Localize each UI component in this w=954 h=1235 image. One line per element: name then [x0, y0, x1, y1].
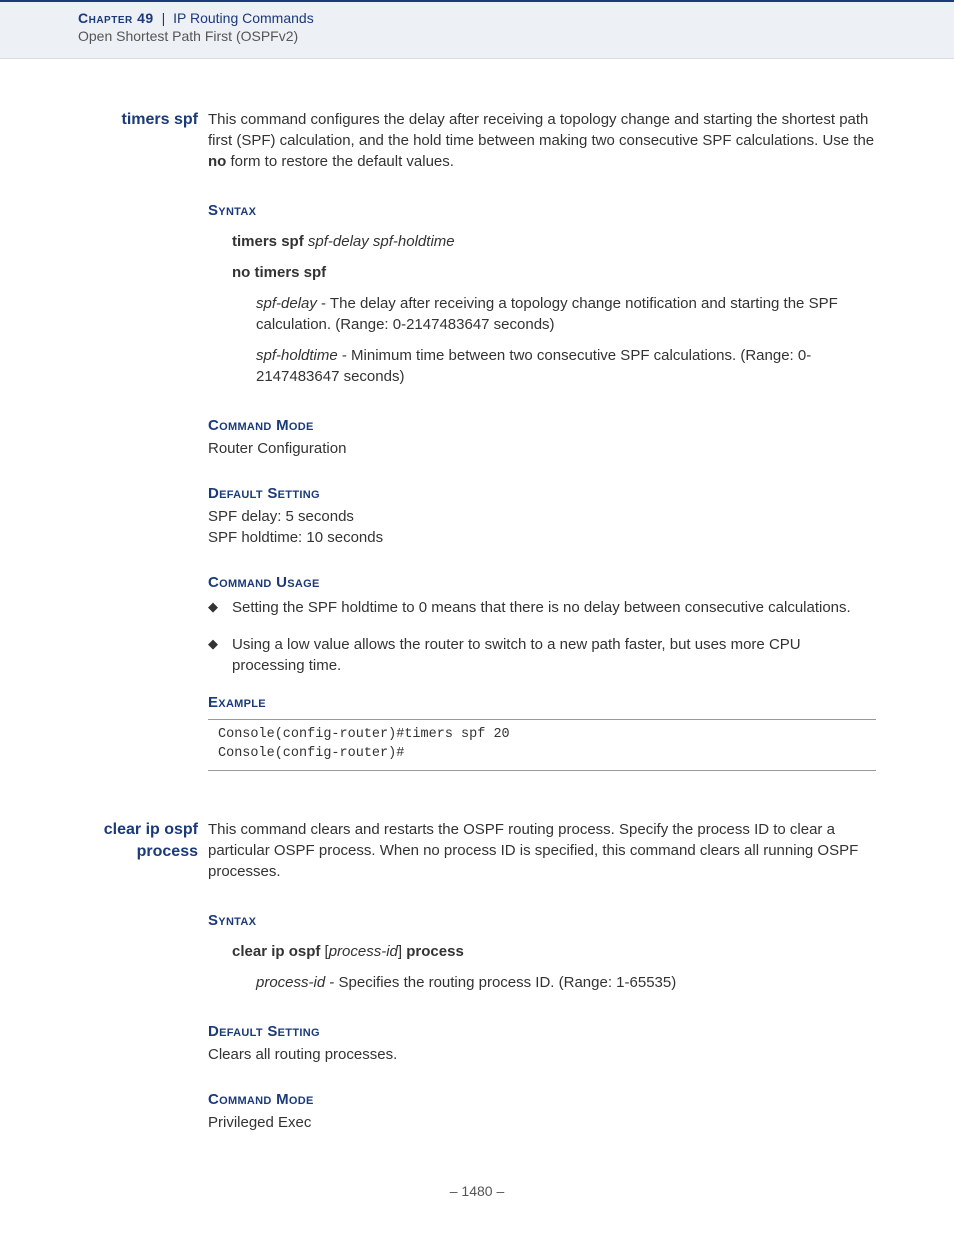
desc-no-keyword: no — [208, 153, 226, 170]
command-timers-spf: timers spf This command configures the d… — [78, 109, 876, 779]
document-page: Chapter 49 | IP Routing Commands Open Sh… — [0, 0, 954, 1235]
usage-list: Setting the SPF holdtime to 0 means that… — [208, 597, 876, 676]
syntax-cmd-2: process — [406, 943, 464, 960]
syntax-args: spf-delay spf-holdtime — [308, 233, 455, 250]
page-suffix: – — [493, 1183, 505, 1199]
header-top-line: Chapter 49 | IP Routing Commands — [78, 10, 876, 26]
default-setting-heading: Default Setting — [208, 483, 876, 504]
header-subtitle: Open Shortest Path First (OSPFv2) — [78, 28, 876, 44]
command-mode-text: Privileged Exec — [208, 1112, 876, 1133]
command-name-label: timers spf — [78, 109, 208, 779]
syntax-heading: Syntax — [208, 200, 876, 221]
usage-bullet-1: Setting the SPF holdtime to 0 means that… — [208, 597, 876, 618]
chapter-label: Chapter 49 — [78, 10, 154, 26]
command-clear-ip-ospf-process: clear ip ospf process This command clear… — [78, 819, 876, 1157]
page-header: Chapter 49 | IP Routing Commands Open Sh… — [0, 0, 954, 59]
page-footer: – 1480 – — [0, 1183, 954, 1199]
syntax-line-2: no timers spf — [232, 262, 876, 283]
command-body: This command clears and restarts the OSP… — [208, 819, 876, 1157]
syntax-cmd-1: clear ip ospf — [232, 943, 320, 960]
header-title: IP Routing Commands — [173, 10, 314, 26]
syntax-heading: Syntax — [208, 910, 876, 931]
default-setting-text: Clears all routing processes. — [208, 1044, 876, 1065]
command-description: This command configures the delay after … — [208, 109, 876, 172]
desc-text-2: form to restore the default values. — [226, 153, 454, 170]
command-body: This command configures the delay after … — [208, 109, 876, 779]
syntax-cmd: timers spf — [232, 233, 304, 250]
example-heading: Example — [208, 692, 876, 713]
page-content: timers spf This command configures the d… — [0, 59, 954, 1157]
default-line-1: SPF delay: 5 seconds — [208, 506, 876, 527]
example-code-block: Console(config-router)#timers spf 20 Con… — [208, 719, 876, 771]
command-usage-heading: Command Usage — [208, 572, 876, 593]
param-text: - The delay after receiving a topology c… — [256, 295, 838, 333]
header-separator: | — [162, 10, 166, 26]
param-text: - Minimum time between two consecutive S… — [256, 347, 811, 385]
page-number: 1480 — [461, 1183, 492, 1199]
syntax-no-cmd: no timers spf — [232, 264, 326, 281]
command-mode-text: Router Configuration — [208, 438, 876, 459]
param-spf-delay: spf-delay - The delay after receiving a … — [256, 293, 876, 335]
command-mode-heading: Command Mode — [208, 415, 876, 436]
param-process-id: process-id - Specifies the routing proce… — [256, 972, 876, 993]
default-line-2: SPF holdtime: 10 seconds — [208, 527, 876, 548]
syntax-line: clear ip ospf [process-id] process — [232, 941, 876, 962]
param-name: process-id — [256, 974, 325, 991]
param-name: spf-delay — [256, 295, 317, 312]
usage-bullet-2: Using a low value allows the router to s… — [208, 634, 876, 676]
syntax-arg: process-id — [329, 943, 398, 960]
command-name-label: clear ip ospf process — [78, 819, 208, 1157]
default-setting-heading: Default Setting — [208, 1021, 876, 1042]
page-prefix: – — [450, 1183, 462, 1199]
syntax-line-1: timers spf spf-delay spf-holdtime — [232, 231, 876, 252]
command-mode-heading: Command Mode — [208, 1089, 876, 1110]
command-description: This command clears and restarts the OSP… — [208, 819, 876, 882]
param-text: - Specifies the routing process ID. (Ran… — [325, 974, 676, 991]
desc-text-1: This command configures the delay after … — [208, 111, 874, 149]
param-spf-holdtime: spf-holdtime - Minimum time between two … — [256, 345, 876, 387]
param-name: spf-holdtime — [256, 347, 338, 364]
